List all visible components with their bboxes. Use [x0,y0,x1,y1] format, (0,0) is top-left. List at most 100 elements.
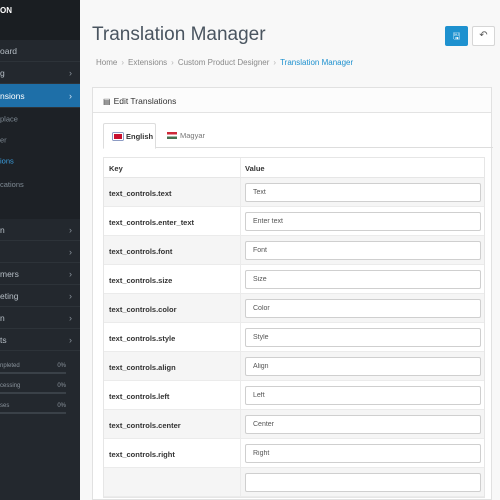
table-row: text_controls.color [104,294,484,323]
table-header: Key Value [104,158,484,178]
sidebar-subitem-label: ions [0,156,14,166]
language-tabs: English Magyar [103,123,493,149]
column-divider [240,352,241,380]
translation-value-input[interactable] [245,473,481,492]
translation-value-input[interactable] [245,212,481,231]
table-row: text_controls.left [104,381,484,410]
chevron-right-icon: › [69,312,72,323]
sidebar-item-label: n [0,312,5,323]
column-divider [240,265,241,293]
progress-bar [0,412,66,414]
translation-key: text_controls.style [109,334,176,343]
translation-value-input[interactable] [245,444,481,463]
sidebar-item-label: nsions [0,90,25,101]
chevron-right-icon: › [69,246,72,257]
sidebar-subitem-label: cations [0,180,24,189]
breadcrumb-translation-manager[interactable]: Translation Manager [280,58,353,67]
sidebar-item-customers[interactable]: mers › [0,263,80,285]
progress-bar [0,392,66,394]
translation-value-input[interactable] [245,270,481,289]
chevron-right-icon: › [69,90,72,101]
table-row: text_controls.font [104,236,484,265]
stat-label: cessing [0,383,21,389]
sidebar-item-extensions[interactable]: nsions › [0,84,80,108]
translation-key: text_controls.text [109,189,172,198]
sidebar-item-marketing[interactable]: eting › [0,285,80,307]
column-divider [240,323,241,351]
hungary-flag-icon [167,132,177,139]
table-row: text_controls.size [104,265,484,294]
sidebar-subitem-label: er [0,135,7,144]
sidebar: ON oard g › nsions › place er ions catio… [0,0,80,500]
translation-value-input[interactable] [245,241,481,260]
breadcrumb-extensions[interactable]: Extensions [128,58,167,67]
column-divider [240,468,241,496]
sidebar-subitem-label: place [0,114,18,123]
column-divider [240,158,241,177]
stat-label: ses [0,403,10,409]
table-body: text_controls.text text_controls.enter_te… [104,178,484,497]
chevron-right-icon: › [69,268,72,279]
tab-magyar[interactable]: Magyar [167,123,205,148]
translation-key: text_controls.size [109,276,173,285]
translation-value-input[interactable] [245,415,481,434]
sidebar-item-system[interactable]: n › [0,307,80,329]
sidebar-item-dashboard[interactable]: oard [0,40,80,62]
tab-english[interactable]: English [103,123,156,149]
progress-bar [0,372,66,374]
column-divider [240,410,241,438]
breadcrumb-custom-product-designer[interactable]: Custom Product Designer [178,58,270,67]
column-divider [240,207,241,235]
translation-value-input[interactable] [245,183,481,202]
translation-value-input[interactable] [245,357,481,376]
sidebar-brand: ON [0,0,80,40]
column-divider [240,236,241,264]
stat-value: 0% [57,363,66,369]
sidebar-item-label: g [0,67,5,78]
breadcrumb-home[interactable]: Home [96,58,117,67]
sidebar-item-sales[interactable]: › [0,241,80,263]
sidebar-subitem-extensions[interactable]: ions [0,150,80,172]
translations-table: Key Value text_controls.texttext_control… [103,157,485,498]
table-row: text_controls.text [104,178,484,207]
sidebar-item-design[interactable]: n › [0,219,80,241]
stat-value: 0% [57,403,66,409]
reply-icon: ↶ [479,30,488,41]
translation-value-input[interactable] [245,328,481,347]
sidebar-item-label: n [0,224,5,235]
list-icon: ▤ [103,97,111,106]
translation-key: text_controls.enter_text [109,218,195,227]
chevron-right-icon: › [69,224,72,235]
sidebar-item-catalog[interactable]: g › [0,62,80,84]
breadcrumb-separator: › [171,58,174,67]
translation-key: text_controls.font [109,247,173,256]
breadcrumb-separator: › [121,58,125,67]
table-row: text_controls.right [104,439,484,468]
save-icon: 🖫 [452,31,461,41]
tab-label: Magyar [180,131,206,140]
back-button[interactable]: ↶ [472,26,495,46]
stat-value: 0% [57,383,66,389]
panel-heading: ▤ Edit Translations [93,88,491,113]
breadcrumb: Home › Extensions › Custom Product Designer ›… [96,58,353,67]
sidebar-item-label: oard [0,45,18,56]
translation-value-input[interactable] [245,386,481,405]
column-divider [240,439,241,467]
edit-translations-panel: ▤ Edit Translations English Magyar Key Va… [92,87,493,500]
stat-orders-processing: cessing 0% [0,379,80,399]
page-title: Translation Manager [92,24,266,45]
sidebar-subitem-installer[interactable]: er [0,129,80,150]
sidebar-item-label: ts [0,334,7,345]
sidebar-item-reports[interactable]: ts › [0,329,80,351]
sidebar-item-label: eting [0,290,19,301]
column-header-value: Value [245,164,265,173]
main-content: Translation Manager 🖫 ↶ Home › Extensions ›… [80,0,500,500]
sidebar-item-label: mers [0,268,19,279]
table-row: text_controls.enter_text [104,207,484,236]
sidebar-subitem-modifications[interactable]: cations [0,172,80,219]
save-button[interactable]: 🖫 [445,26,468,46]
sidebar-subitem-marketplace[interactable]: place [0,108,80,129]
breadcrumb-separator: › [273,58,277,67]
translation-value-input[interactable] [245,299,481,318]
table-row: text_controls.align [104,352,484,381]
